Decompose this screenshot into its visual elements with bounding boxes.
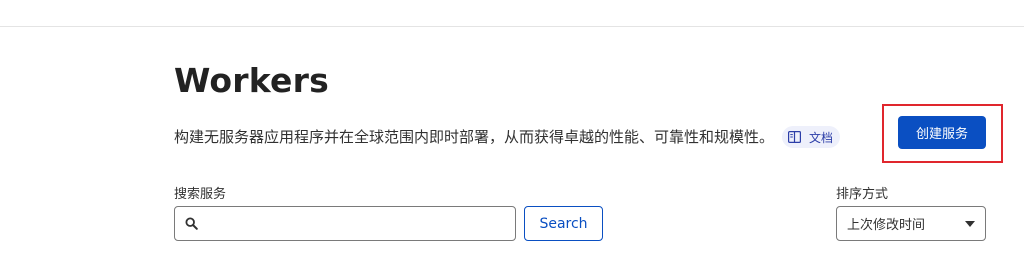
book-icon <box>788 131 802 143</box>
sort-select[interactable]: 上次修改时间 <box>836 206 986 241</box>
caret-down-icon <box>965 220 975 227</box>
search-button[interactable]: Search <box>524 206 603 241</box>
search-field[interactable] <box>174 206 516 241</box>
search-input[interactable] <box>204 207 509 240</box>
search-label: 搜索服务 <box>174 187 227 202</box>
page-title: Workers <box>174 61 329 100</box>
sort-label: 排序方式 <box>836 187 889 202</box>
create-service-button[interactable]: 创建服务 <box>898 116 986 149</box>
search-icon <box>185 217 198 230</box>
description-row: 构建无服务器应用程序并在全球范围内即时部署，从而获得卓越的性能、可靠性和规模性。… <box>174 124 841 150</box>
sort-selected-value: 上次修改时间 <box>847 218 926 233</box>
docs-link[interactable]: 文档 <box>782 126 841 148</box>
top-divider <box>0 26 1024 27</box>
page-description: 构建无服务器应用程序并在全球范围内即时部署，从而获得卓越的性能、可靠性和规模性。 <box>174 128 775 146</box>
workers-page: Workers 构建无服务器应用程序并在全球范围内即时部署，从而获得卓越的性能、… <box>0 0 1024 255</box>
docs-link-label: 文档 <box>809 130 834 145</box>
